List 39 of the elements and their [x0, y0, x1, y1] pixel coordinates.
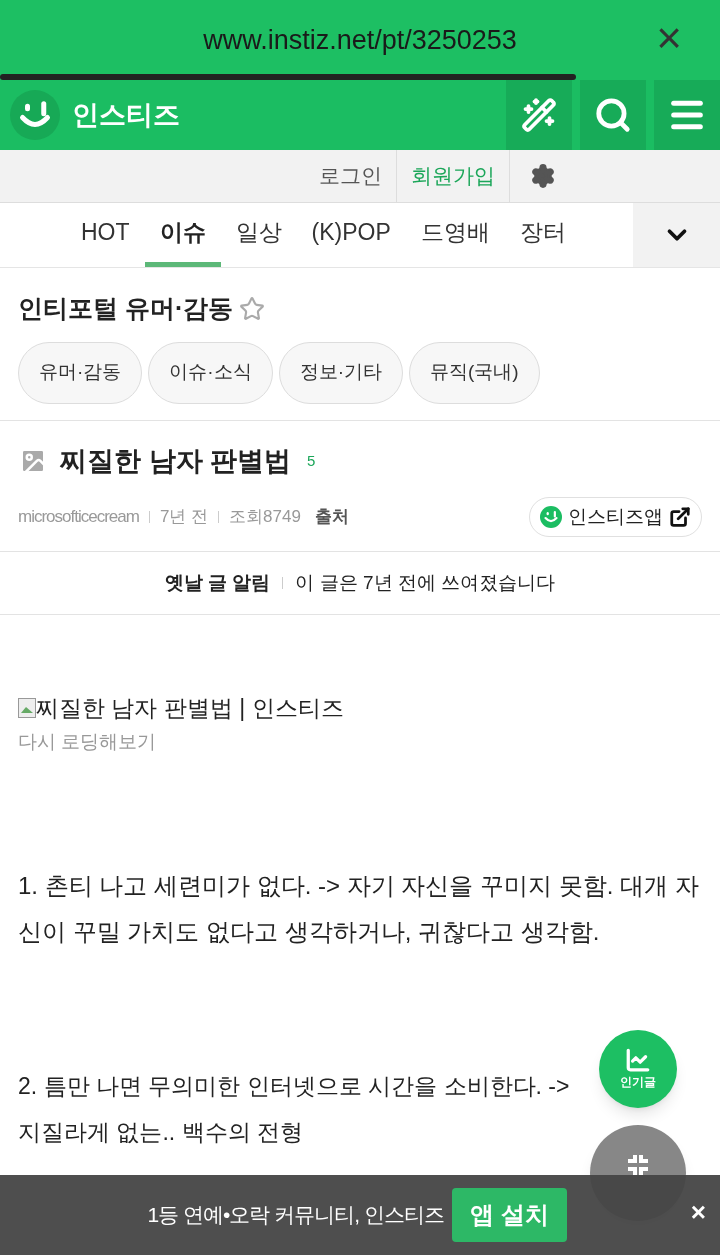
- notice-label: 옛날 글 알림: [164, 570, 271, 595]
- banner-close-button[interactable]: ×: [690, 1197, 706, 1227]
- login-link[interactable]: 로그인: [304, 150, 397, 202]
- category-tab[interactable]: 드영배: [405, 203, 505, 267]
- board-chip[interactable]: 뮤직(국내): [409, 341, 540, 404]
- magic-wand-icon: [521, 97, 557, 133]
- settings-icon: [529, 163, 556, 189]
- category-tab[interactable]: 일상: [220, 203, 297, 267]
- category-tab[interactable]: 이슈: [144, 203, 221, 267]
- view-count: 조회8749: [229, 506, 301, 529]
- post-time: 7년 전: [159, 506, 209, 529]
- favorite-star-icon[interactable]: [239, 295, 266, 322]
- category-tab[interactable]: (K)POP: [296, 203, 406, 267]
- category-tab[interactable]: HOT: [66, 203, 145, 267]
- notice-text: 이 글은 7년 전에 쓰여졌습니다: [295, 570, 556, 595]
- logo-icon: [10, 90, 60, 140]
- collapse-icon: [625, 1155, 651, 1175]
- magic-wand-button[interactable]: [506, 80, 572, 150]
- banner-text: 1등 연예•오락 커뮤니티, 인스티즈: [147, 1202, 444, 1229]
- image-alt-text: 찌질한 남자 판별법 | 인스티즈: [36, 694, 344, 723]
- external-link-icon: [669, 506, 691, 528]
- board-chip[interactable]: 정보·기타: [278, 341, 403, 404]
- board-title: 인티포털 유머·감동: [18, 293, 234, 324]
- board-chip[interactable]: 이슈·소식: [148, 341, 273, 404]
- line-chart-icon: [625, 1047, 651, 1073]
- board-chip[interactable]: 유머·감동: [18, 341, 143, 404]
- smile-icon: [540, 506, 562, 528]
- category-tab[interactable]: 장터: [504, 203, 581, 267]
- broken-image-icon: [18, 698, 36, 718]
- close-button[interactable]: ×: [656, 20, 682, 56]
- menu-button[interactable]: [654, 80, 720, 150]
- body-paragraph: 지질라게 없는.. 백수의 전형: [18, 1118, 304, 1147]
- search-button[interactable]: [580, 80, 646, 150]
- post-title: 찌질한 남자 판별법: [60, 444, 291, 478]
- search-icon: [594, 96, 632, 134]
- url-text[interactable]: www.instiz.net/pt/3250253: [203, 19, 517, 61]
- body-paragraph: 2. 틈만 나면 무의미한 인터넷으로 시간을 소비한다. ->: [18, 1072, 570, 1101]
- source-link[interactable]: 출처: [314, 504, 349, 530]
- body-paragraph: 1. 촌티 나고 세련미가 없다. -> 자기 자신을 꾸미지 못함. 대개 자신이 꾸밀 가치도 없다고 생각하거나, 귀찮다고 생각함.: [18, 871, 700, 947]
